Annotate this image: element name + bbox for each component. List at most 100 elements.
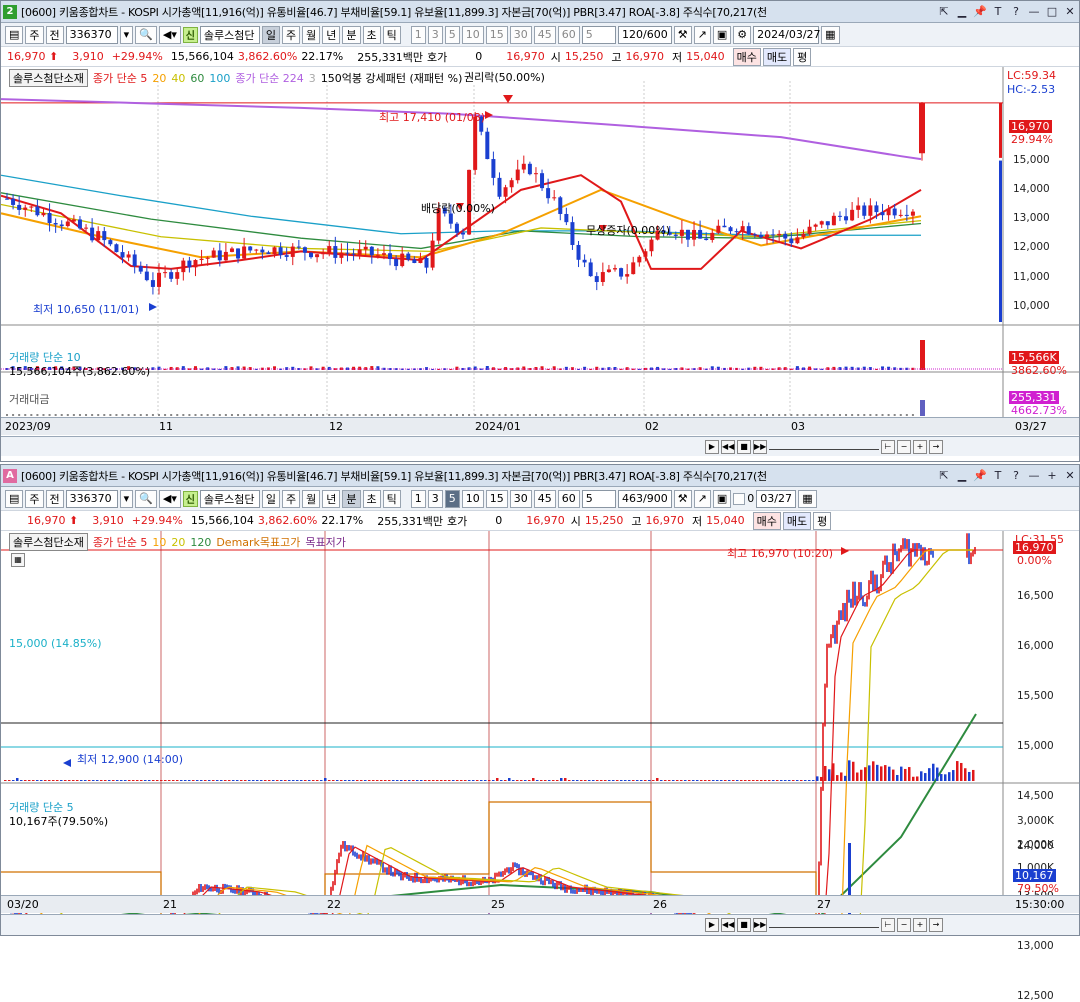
zoom-out-icon[interactable]: − xyxy=(897,918,911,932)
minimize-button[interactable]: — xyxy=(1025,5,1043,18)
top-scroll-bar[interactable]: ▶ ◀◀ ■ ▶▶ ⊢ − + → xyxy=(1,436,1079,456)
stop-icon[interactable]: ■ xyxy=(737,918,751,932)
buy-button[interactable]: 매수 xyxy=(732,47,761,66)
period-minute[interactable]: 분 xyxy=(342,489,361,508)
period-year[interactable]: 년 xyxy=(322,25,341,44)
minimize-icon[interactable]: ▁ xyxy=(953,469,971,482)
code-dropdown-icon[interactable]: ▾ xyxy=(119,489,134,508)
pin-icon[interactable]: 📌 xyxy=(971,5,989,18)
calendar-icon[interactable]: ▦ xyxy=(821,25,840,44)
maximize-button[interactable]: + xyxy=(1043,469,1061,482)
period-day[interactable]: 일 xyxy=(261,25,280,44)
date-input[interactable]: 03/27 xyxy=(756,489,797,508)
minimize-button[interactable]: — xyxy=(1025,469,1043,482)
interval-10[interactable]: 10 xyxy=(461,25,484,44)
period-minute[interactable]: 분 xyxy=(342,25,361,44)
interval-5[interactable]: 5 xyxy=(444,489,460,508)
scroll-last-icon[interactable]: ▶▶ xyxy=(753,918,767,932)
prev-button[interactable]: 전 xyxy=(45,489,64,508)
stop-icon[interactable]: ■ xyxy=(737,440,751,454)
zoom-in-icon[interactable]: + xyxy=(913,440,927,454)
chart-menu-icon[interactable]: ▤ xyxy=(5,489,24,508)
checkbox[interactable] xyxy=(733,492,746,505)
scroll-right-icon[interactable]: ▶ xyxy=(705,918,719,932)
zoom-in-icon[interactable]: + xyxy=(913,918,927,932)
interval-select[interactable]: 5 xyxy=(581,25,616,44)
tool-icon-1[interactable]: ⚒ xyxy=(673,489,692,508)
interval-15[interactable]: 15 xyxy=(485,489,508,508)
period-month[interactable]: 월 xyxy=(302,25,321,44)
close-button[interactable]: ✕ xyxy=(1061,5,1079,18)
code-dropdown-icon[interactable]: ▾ xyxy=(119,25,134,44)
tool-icon-1[interactable]: ⚒ xyxy=(673,25,692,44)
scroll-first-icon[interactable]: ◀◀ xyxy=(721,440,735,454)
chart-menu-icon[interactable]: ▤ xyxy=(5,25,24,44)
interval-45[interactable]: 45 xyxy=(533,489,556,508)
period-day[interactable]: 일 xyxy=(261,489,280,508)
grid-icon[interactable]: ▦ xyxy=(11,553,25,567)
help-icon[interactable]: ? xyxy=(1007,469,1025,482)
font-icon[interactable]: T xyxy=(989,5,1007,18)
tool-icon-2[interactable]: ↗ xyxy=(693,25,711,44)
code-input[interactable]: 336370 xyxy=(65,489,118,508)
period-second[interactable]: 초 xyxy=(362,25,381,44)
code-input[interactable]: 336370 xyxy=(65,25,118,44)
sell-button[interactable]: 매도 xyxy=(782,511,812,530)
period-tick[interactable]: 틱 xyxy=(382,489,401,508)
interval-60[interactable]: 60 xyxy=(557,489,580,508)
toggle-icon[interactable]: ⊢ xyxy=(881,918,895,932)
interval-30[interactable]: 30 xyxy=(509,25,532,44)
period-tick[interactable]: 틱 xyxy=(382,25,401,44)
fit-icon[interactable]: → xyxy=(929,918,943,932)
help-icon[interactable]: ? xyxy=(1007,5,1025,18)
close-button[interactable]: ✕ xyxy=(1061,469,1079,482)
interval-15[interactable]: 15 xyxy=(485,25,508,44)
eval-button[interactable]: 평 xyxy=(813,511,832,530)
interval-60[interactable]: 60 xyxy=(557,25,580,44)
interval-1[interactable]: 1 xyxy=(410,489,426,508)
scroll-right-icon[interactable]: ▶ xyxy=(705,440,719,454)
eval-button[interactable]: 평 xyxy=(793,47,812,66)
minimize-icon[interactable]: ▁ xyxy=(953,5,971,18)
interval-select[interactable]: 5 xyxy=(581,489,616,508)
period-year[interactable]: 년 xyxy=(322,489,341,508)
interval-3[interactable]: 3 xyxy=(427,25,443,44)
count-input[interactable]: 120/600 xyxy=(617,25,672,44)
period-week[interactable]: 주 xyxy=(282,489,301,508)
scroll-last-icon[interactable]: ▶▶ xyxy=(753,440,767,454)
top-chart-area[interactable]: 솔루스첨단소재 종가 단순 5 20 40 60 100 종가 단순 224 3… xyxy=(1,67,1079,461)
save-icon[interactable]: ▣ xyxy=(712,25,732,44)
period-week[interactable]: 주 xyxy=(282,25,301,44)
bottom-scroll-bar[interactable]: ▶ ◀◀ ■ ▶▶ ⊢ − + → xyxy=(1,914,1079,935)
resize-icon[interactable]: ⇱ xyxy=(935,469,953,482)
scroll-track[interactable] xyxy=(769,444,879,450)
tool-icon-2[interactable]: ↗ xyxy=(693,489,711,508)
save-icon[interactable]: ▣ xyxy=(712,489,732,508)
bottom-chart-area[interactable]: 솔루스첨단소재 종가 단순 5 10 20 120 Demark목표고가 목표저… xyxy=(1,531,1079,1002)
pin-icon[interactable]: 📌 xyxy=(971,469,989,482)
maximize-button[interactable]: □ xyxy=(1043,5,1061,18)
prev-button[interactable]: 전 xyxy=(45,25,64,44)
search-icon[interactable]: 🔍 xyxy=(135,489,157,508)
interval-5[interactable]: 5 xyxy=(444,25,460,44)
buy-button[interactable]: 매수 xyxy=(752,511,781,530)
date-input[interactable]: 2024/03/27 xyxy=(753,25,821,44)
scroll-track[interactable] xyxy=(769,922,879,928)
period-month[interactable]: 월 xyxy=(302,489,321,508)
interval-45[interactable]: 45 xyxy=(533,25,556,44)
interval-1[interactable]: 1 xyxy=(410,25,426,44)
type-select[interactable]: 주 xyxy=(25,25,44,44)
scroll-first-icon[interactable]: ◀◀ xyxy=(721,918,735,932)
resize-icon[interactable]: ⇱ xyxy=(935,5,953,18)
zoom-out-icon[interactable]: − xyxy=(897,440,911,454)
sell-button[interactable]: 매도 xyxy=(762,47,792,66)
settings-icon[interactable]: ⚙ xyxy=(733,25,752,44)
fit-icon[interactable]: → xyxy=(929,440,943,454)
count-input[interactable]: 463/900 xyxy=(617,489,672,508)
calendar-icon[interactable]: ▦ xyxy=(798,489,817,508)
search-icon[interactable]: 🔍 xyxy=(135,25,157,44)
interval-10[interactable]: 10 xyxy=(461,489,484,508)
type-select[interactable]: 주 xyxy=(25,489,44,508)
font-icon[interactable]: T xyxy=(989,469,1007,482)
interval-3[interactable]: 3 xyxy=(427,489,443,508)
